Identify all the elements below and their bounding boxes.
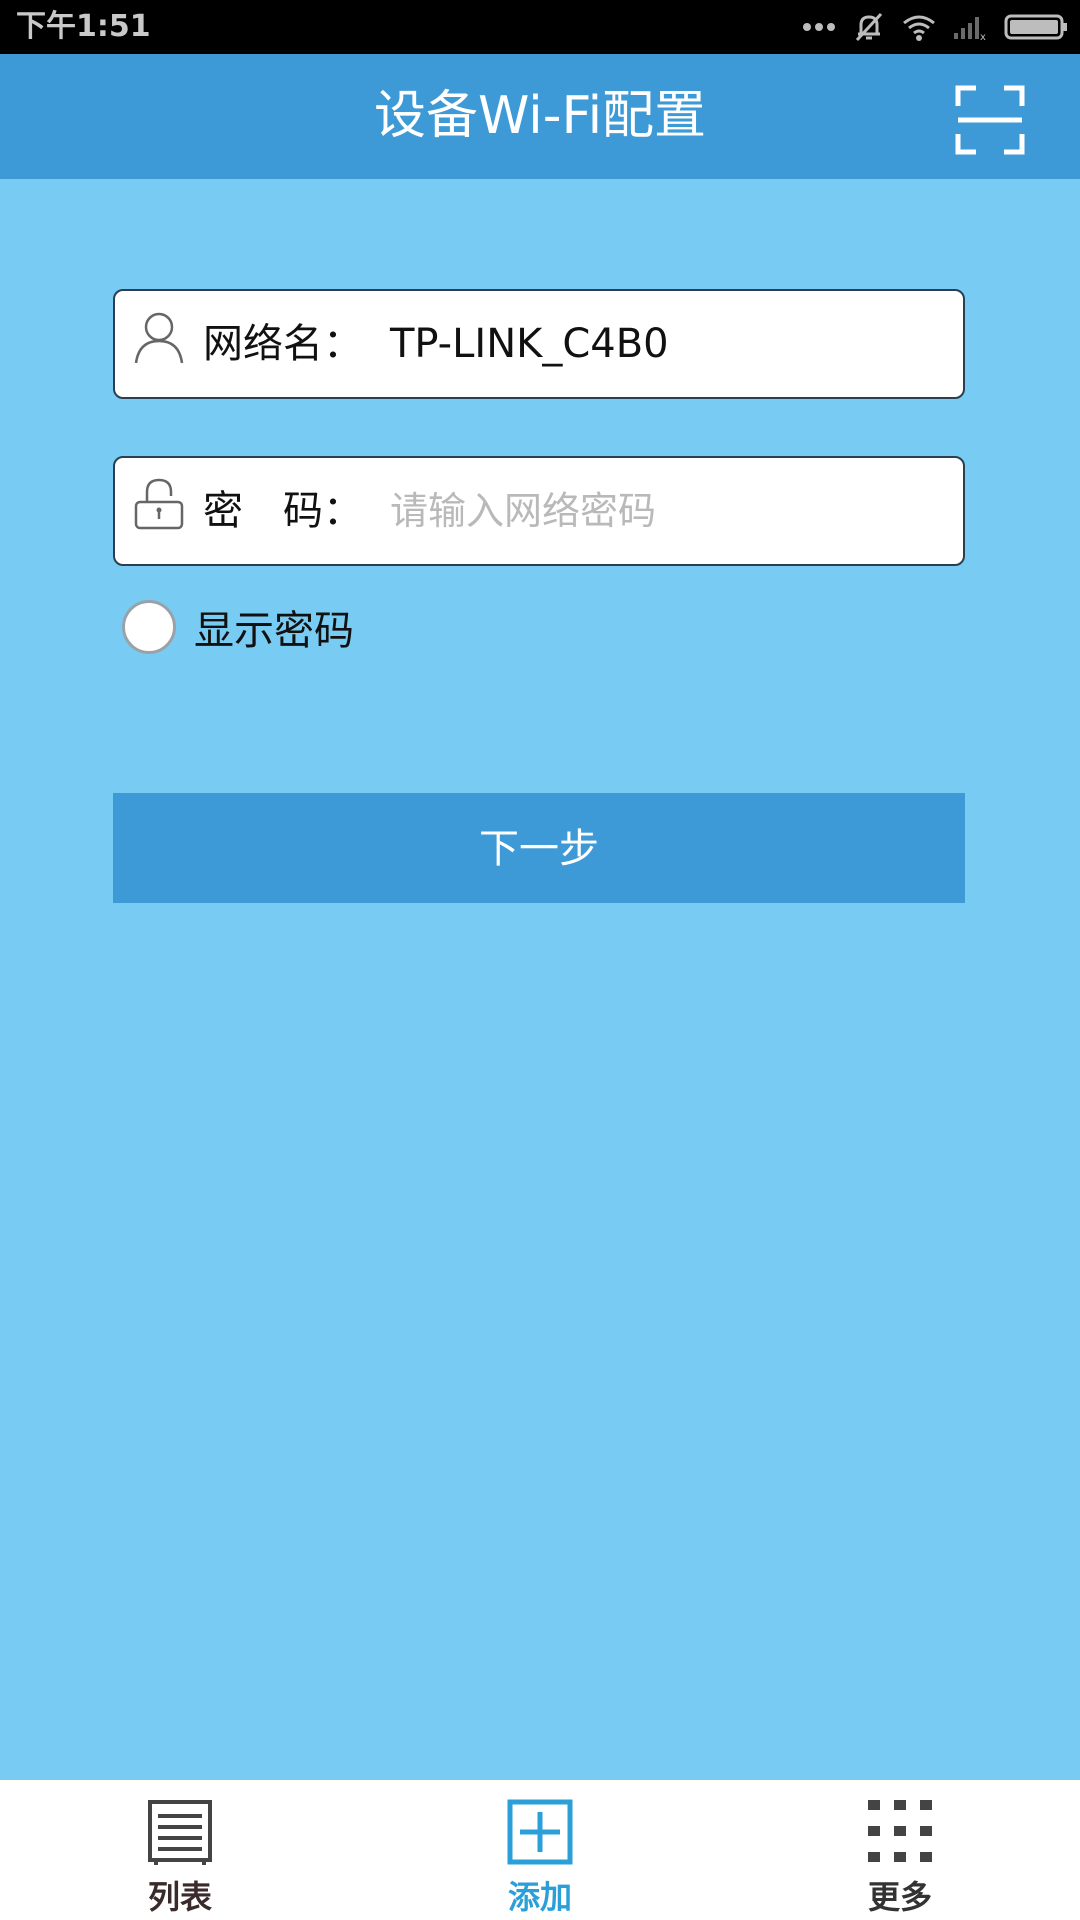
page-title: 设备Wi-Fi配置 bbox=[373, 86, 707, 146]
password-input[interactable] bbox=[390, 481, 930, 541]
svg-text:x: x bbox=[980, 32, 986, 41]
password-label: 密 码： bbox=[203, 488, 363, 534]
show-password-radio[interactable] bbox=[122, 600, 176, 654]
nav-label-list: 列表 bbox=[147, 1878, 212, 1916]
nav-label-more: 更多 bbox=[867, 1878, 932, 1916]
nav-item-more[interactable]: 更多 bbox=[820, 1780, 980, 1920]
nav-item-list[interactable]: 列表 bbox=[100, 1780, 260, 1920]
battery-icon bbox=[1004, 14, 1067, 40]
nav-item-add[interactable]: 添加 bbox=[460, 1780, 620, 1920]
bottom-nav: 列表 添加 更多 bbox=[0, 1780, 1080, 1920]
password-field[interactable]: 密 码： bbox=[113, 456, 965, 566]
status-time: 下午1:51 bbox=[16, 9, 151, 44]
more-dots-icon bbox=[803, 23, 835, 31]
show-password-label: 显示密码 bbox=[194, 608, 354, 654]
grid-icon bbox=[868, 1800, 932, 1862]
add-icon bbox=[507, 1799, 573, 1865]
status-icons: x bbox=[802, 0, 1068, 54]
status-bar: 下午1:51 x bbox=[0, 0, 1080, 54]
app-header: 设备Wi-Fi配置 bbox=[0, 54, 1080, 179]
lock-icon bbox=[134, 478, 184, 530]
next-button[interactable]: 下一步 bbox=[113, 793, 965, 903]
scan-button[interactable] bbox=[954, 84, 1026, 156]
signal-icon: x bbox=[954, 17, 986, 41]
list-icon bbox=[148, 1800, 212, 1865]
show-password-toggle[interactable]: 显示密码 bbox=[122, 592, 354, 662]
ssid-field[interactable]: 网络名： TP-LINK_C4B0 bbox=[113, 289, 965, 399]
scan-icon bbox=[955, 85, 1025, 155]
ssid-value[interactable]: TP-LINK_C4B0 bbox=[390, 291, 669, 397]
mute-icon bbox=[855, 12, 883, 42]
ssid-label: 网络名： bbox=[203, 321, 363, 367]
wifi-icon bbox=[903, 15, 935, 41]
nav-label-add: 添加 bbox=[507, 1878, 572, 1916]
user-icon bbox=[134, 312, 184, 364]
